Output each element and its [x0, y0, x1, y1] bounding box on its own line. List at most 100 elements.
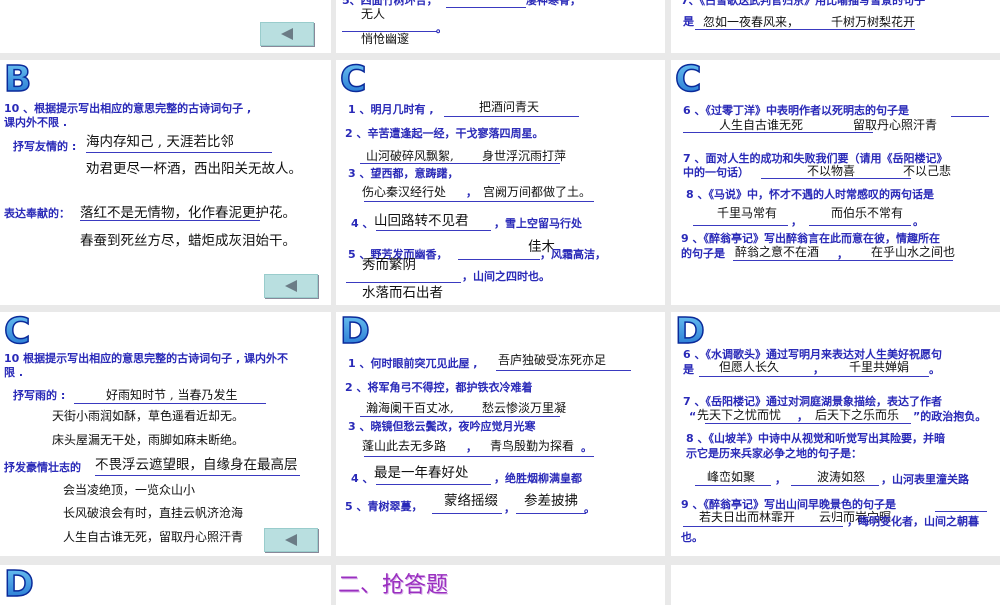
answer-text: 水落而石出者 [362, 285, 443, 301]
answer-line [360, 163, 560, 164]
slide-thumbnail[interactable] [0, 0, 331, 53]
answer-line [74, 403, 266, 404]
slide-thumbnail[interactable]: D 6 、《水调歌头》通过写明月来表达对人生美好祝愿句 是 但愿人长久 ， 千里… [671, 312, 1000, 556]
answer-line [951, 116, 989, 117]
answer-text: 吾庐独破受冻死亦足 [498, 353, 607, 367]
slide-thumbnail[interactable]: C 10 根据提示写出相应的意思完整的古诗词句子 , 课内外不 限 . 抒写雨的… [0, 312, 331, 556]
answer-text: 蒙络摇缀 [444, 493, 498, 509]
answer-text: 伤心秦汉经行处 [362, 185, 447, 199]
answer-text: 山回路转不见君 [374, 213, 469, 229]
answer-line [458, 259, 540, 260]
answer-line [516, 513, 586, 514]
answer-text: 劝君更尽一杯酒，西出阳关无故人。 [86, 161, 302, 177]
svg-text:D: D [4, 567, 34, 599]
answer-line [364, 456, 594, 457]
question-10-tail: 限 . [4, 366, 24, 379]
svg-text:B: B [4, 62, 31, 94]
comma: ， [466, 186, 477, 199]
answer-text: 波涛如怒 [817, 470, 866, 484]
label-ambition: 抒发豪情壮志的 [4, 461, 81, 474]
answer-text: 最是一年春好处 [374, 465, 469, 481]
letter-c-icon: C [4, 314, 31, 346]
question-9-tail: 也。 [681, 531, 703, 544]
answer-text: 好雨知时节 , 当春乃发生 [106, 388, 238, 402]
comma: ， [775, 473, 786, 486]
question-4-prefix: 4 、 [351, 472, 374, 485]
slide-thumbnail[interactable]: C 1 、明月几时有 , 把酒问青天 2 、辛苦遭逢起一经，干戈寥落四周星。 山… [336, 60, 665, 305]
period: 。 [436, 22, 447, 35]
slide-title: 二、抢答题 [338, 573, 449, 598]
slide-thumbnail[interactable] [671, 565, 1000, 605]
answer-line [935, 511, 987, 512]
question-10: 10 、根据提示写出相应的意思完整的古诗词句子 , [4, 102, 252, 115]
slide-thumbnail[interactable]: D 1 、何时眼前突兀见此屋 , 吾庐独破受冻死亦足 2 、将军角弓不得控，都护… [336, 312, 665, 556]
question-9: 9 、《醉翁亭记》写出醉翁言在此而意在彼，情趣所在 [681, 232, 940, 245]
answer-text: 秀而繁阴 [362, 257, 416, 273]
slide-thumbnail[interactable]: D [0, 565, 331, 605]
answer-line [376, 230, 491, 231]
letter-d-icon: D [675, 314, 706, 346]
answer-line [705, 423, 911, 424]
answer-text: 青鸟殷勤为探看 [490, 439, 575, 453]
label-dedication: 表达奉献的： [4, 207, 70, 220]
answer-text: 忽如一夜春风来， [703, 15, 800, 29]
answer-line [80, 220, 260, 221]
answer-line [364, 201, 594, 202]
answer-text: 落红不是无情物，化作春泥更护花。 [80, 205, 296, 221]
question-4: ，雪上空留马行处 [494, 217, 582, 230]
answer-text: 山河破碎风飘絮, [366, 149, 454, 163]
answer-text: 悄怆幽邃 [361, 32, 410, 46]
letter-d-icon: D [4, 567, 35, 599]
slide-thumbnail[interactable]: B 10 、根据提示写出相应的意思完整的古诗词句子 , 课内外不限 . 抒写友情… [0, 60, 331, 305]
comma: ， [466, 441, 477, 454]
slide-thumbnail[interactable]: 二、抢答题 [336, 565, 665, 605]
back-button[interactable] [264, 274, 318, 298]
answer-line [86, 152, 272, 153]
answer-line [95, 475, 300, 476]
back-button[interactable] [260, 22, 314, 46]
answer-text: 天街小雨润如酥，草色遥看近却无。 [52, 409, 245, 423]
quote-open: “ [689, 410, 697, 423]
answer-text: 长风破浪会有时，直挂云帆济沧海 [63, 506, 244, 520]
answer-text: 海内存知己 , 天涯若比邻 [86, 134, 234, 150]
question-7-tail: ”的政治抱负。 [913, 410, 987, 423]
question-5-tail: ，山间之四时也。 [462, 270, 550, 283]
answer-text: 不以己悲 [903, 164, 952, 178]
answer-text: 会当凌绝顶，一览众山小 [63, 483, 196, 497]
comma: ， [797, 410, 808, 423]
answer-text: 人生自古谁无死，留取丹心照汗青 [63, 530, 244, 544]
answer-text: 但愿人长久 [719, 360, 780, 374]
answer-line [496, 370, 631, 371]
answer-text: 留取丹心照汗青 [853, 118, 938, 132]
back-button[interactable] [264, 528, 318, 552]
answer-line [695, 485, 771, 486]
question-5: 5、四面竹树环合， [342, 0, 438, 7]
slide-thumbnail[interactable]: C 6 、《过零丁洋》中表明作者以死明志的句子是 人生自古谁无死 留取丹心照汗青… [671, 60, 1000, 305]
question-7-tail: 是 [683, 15, 694, 28]
answer-line [733, 260, 953, 261]
answer-text: 瀚海阑干百丈冰, [366, 401, 454, 415]
letter-b-icon: B [4, 62, 32, 94]
letter-c-icon: C [675, 62, 702, 94]
answer-text: 春蚕到死丝方尽，蜡炬成灰泪始干。 [80, 233, 296, 249]
question-4: ，绝胜烟柳满皇都 [494, 472, 582, 485]
answer-text: 无人 [361, 7, 386, 21]
slide-thumbnail[interactable]: 5、四面竹树环合， 凄神寒骨， 无人 。 悄怆幽邃 [336, 0, 665, 53]
comma: ， [504, 502, 515, 515]
answer-line [693, 225, 788, 226]
question-4-prefix: 4 、 [351, 217, 374, 230]
question-5-tail: 凄神寒骨， [526, 0, 581, 7]
label-friendship: 抒写友情的 : [13, 140, 77, 153]
question-6-tail: 是 [683, 363, 694, 376]
slide-thumbnail[interactable]: 7、《白雪歌送武判官归京》用比喻描写雪景的句子 是 忽如一夜春风来， 千树万树梨… [671, 0, 1000, 53]
answer-line [376, 484, 491, 485]
answer-text: 人生自古谁无死 [719, 118, 804, 132]
answer-text: 千里马常有 [717, 206, 778, 220]
question-1: 1 、明月几时有 , [348, 103, 434, 116]
question-10-tail: 课内外不限 . [4, 116, 68, 129]
answer-text: 蓬山此去无多路 [362, 439, 447, 453]
letter-c-icon: C [340, 62, 367, 94]
answer-text: 若夫日出而林霏开 [699, 510, 796, 524]
period: 。 [584, 502, 595, 515]
question-5: 5 、青树翠蔓， [345, 500, 423, 513]
